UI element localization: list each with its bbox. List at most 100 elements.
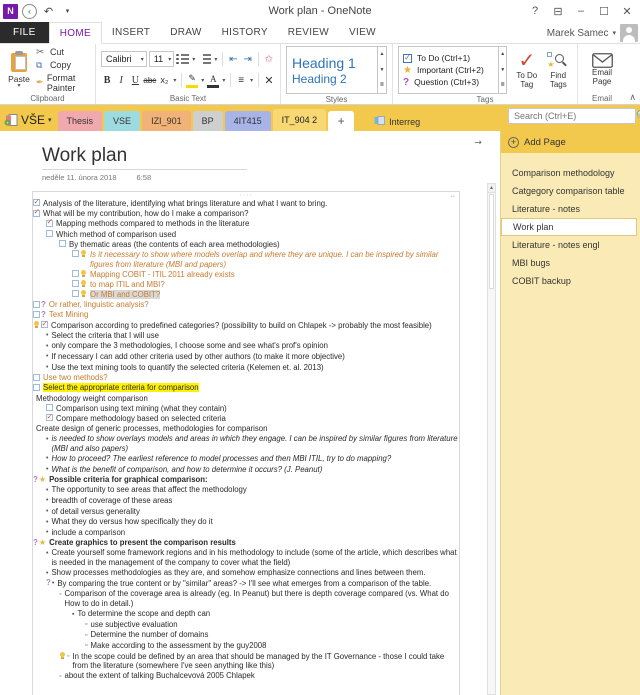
note-line[interactable]: Make according to the assessment by the … [33,641,459,651]
note-line[interactable]: ? Or rather, linguistic analysis? [33,300,459,310]
align-caret-icon[interactable]: ▾ [249,72,254,88]
checkbox-icon[interactable] [46,404,53,412]
styles-scroll-up-icon[interactable]: ▲ [378,47,386,62]
note-line[interactable]: Use two methods? [33,373,459,383]
checkbox-checked-icon[interactable] [46,412,53,422]
page-canvas[interactable]: Work plan neděle 11. února 2018 6:58 ↗ ·… [0,131,500,695]
note-line[interactable]: breadth of coverage of these areas [33,496,459,506]
note-line[interactable]: of detail versus generality [33,507,459,517]
user-caret-icon[interactable]: ▾ [612,29,616,37]
format-painter-button[interactable]: ✒ Format Painter [36,73,90,93]
bold-button[interactable]: B [101,72,113,88]
section-tab-thesis[interactable]: Thesis [57,111,103,131]
tags-scroll[interactable]: ▲ ▼ ≣ [499,46,508,94]
font-name-combo[interactable]: Calibri ▾ [101,51,147,67]
note-line[interactable]: is needed to show overlays models and ar… [33,434,459,453]
tags-more-icon[interactable]: ≣ [499,78,506,93]
note-line[interactable]: to map ITIL and MBI? [33,280,459,290]
font-size-caret-icon[interactable]: ▾ [165,56,171,63]
style-heading-2[interactable]: Heading 2 [292,72,377,86]
page-list-item[interactable]: Literature - notes [501,200,640,218]
clear-formatting-icon[interactable]: ✩ [263,51,275,67]
remove-formatting-icon[interactable]: ✕ [263,72,275,88]
note-line[interactable]: Determine the number of domains [33,630,459,640]
page-list-item-active[interactable]: Work plan [501,218,637,236]
note-line[interactable]: Create design of generic processes, meth… [33,424,459,434]
scrollbar-thumb[interactable] [489,194,494,289]
decrease-indent-icon[interactable]: ⇤ [227,51,239,67]
note-line[interactable]: ? By comparing the true content or by "si… [33,579,459,589]
subscript-button[interactable]: x₂ [158,72,170,88]
note-line[interactable]: Create yourself some framework regions a… [33,548,459,567]
note-line[interactable]: The opportunity to see areas that affect… [33,485,459,495]
highlight-icon[interactable]: ✎ [186,72,199,88]
checkbox-icon[interactable] [33,383,40,391]
note-line[interactable]: To determine the scope and depth can [33,609,459,619]
subscript-caret-icon[interactable]: ▾ [172,72,177,88]
section-tab-vse[interactable]: VSE [104,111,141,131]
note-line[interactable]: use subjective evaluation [33,620,459,630]
qat-more-icon[interactable]: ▾ [60,4,75,19]
note-line[interactable]: What is the benefit of comparison, and h… [33,465,459,475]
style-heading-1[interactable]: Heading 1 [292,55,377,71]
minimize-button[interactable]: – [574,5,588,17]
styles-more-icon[interactable]: ≣ [378,78,386,93]
bullets-caret-icon[interactable]: ▾ [191,51,196,67]
question-icon[interactable]: ? [33,475,38,484]
note-line[interactable]: Analysis of the literature, identifying … [33,197,459,209]
scroll-up-icon[interactable]: ▲ [488,184,495,193]
checkbox-checked-icon[interactable] [33,207,40,217]
avatar[interactable] [620,24,638,42]
ribbon-tab-file[interactable]: FILE [0,22,49,43]
font-color-icon[interactable]: A [207,72,220,88]
checkbox-icon[interactable] [72,290,79,298]
tags-scroll-up-icon[interactable]: ▲ [499,47,506,62]
tags-gallery[interactable]: ✓ To Do (Ctrl+1) ★ Important (Ctrl+2) ? … [398,46,500,94]
question-icon[interactable]: ? [33,538,38,547]
checkbox-icon[interactable] [59,240,66,248]
page-list-item[interactable]: MBI bugs [501,254,640,272]
ribbon-tab-view[interactable]: VIEW [339,22,386,43]
font-name-caret-icon[interactable]: ▾ [138,56,144,63]
back-arrow-icon[interactable]: ‹ [22,3,37,19]
close-button[interactable]: ✕ [620,5,634,18]
to-do-tag-button[interactable]: ✓ To Do Tag [513,51,540,89]
note-content[interactable]: Analysis of the literature, identifying … [33,197,459,681]
lightbulb-icon[interactable] [80,290,87,298]
note-line[interactable]: Mapping COBIT - ITIL 2011 already exists [33,270,459,280]
section-tab-4it415[interactable]: 4IT415 [224,111,271,131]
note-line[interactable]: Select the appropriate criteria for comp… [33,383,459,393]
user-account[interactable]: Marek Samec ▾ [547,22,638,44]
help-icon[interactable]: ? [528,5,542,17]
question-icon[interactable]: ? [46,579,51,587]
section-tab-izi901[interactable]: IZI_901 [142,111,191,131]
copy-button[interactable]: ⧉ Copy [36,60,90,71]
note-line[interactable]: include a comparison [33,528,459,538]
numbering-icon[interactable] [198,51,212,67]
note-line[interactable]: Comparison using text mining (what they … [33,404,459,414]
notebook-interreg[interactable]: Interreg [374,116,420,131]
increase-indent-icon[interactable]: ⇥ [242,51,254,67]
note-line[interactable]: Is it necessary to show where models ove… [33,250,459,269]
checkbox-checked-icon[interactable] [46,217,53,227]
note-line[interactable]: What will be my contribution, how do I m… [33,207,459,219]
tag-item-question[interactable]: ? Question (Ctrl+3) [403,77,498,87]
note-line[interactable]: In the scope could be defined by an area… [33,652,459,671]
italic-button[interactable]: I [115,72,127,88]
notebook-selector[interactable]: + VŠE ▾ [0,113,58,131]
page-list-item[interactable]: Literature - notes engl [501,236,640,254]
checkbox-icon[interactable] [33,373,40,381]
add-page-button[interactable]: + Add Page [501,131,640,153]
search-box[interactable]: 🔍 ▾ [508,108,640,124]
note-line[interactable]: What they do versus how specifically the… [33,517,459,527]
font-size-combo[interactable]: 11 ▾ [148,51,175,67]
note-line[interactable]: ? ★ Create graphics to present the compari… [33,538,459,548]
note-line[interactable]: Select the criteria that I will use [33,331,459,341]
highlight-caret-icon[interactable]: ▾ [200,72,205,88]
section-tab-it9042[interactable]: IT_904 2 [272,109,327,131]
note-resize-handle[interactable]: ↔ [450,193,456,199]
lightbulb-icon[interactable] [59,651,66,660]
checkbox-checked-icon[interactable] [41,319,48,329]
star-icon[interactable]: ★ [39,538,46,547]
checkbox-checked-icon[interactable] [33,197,40,207]
